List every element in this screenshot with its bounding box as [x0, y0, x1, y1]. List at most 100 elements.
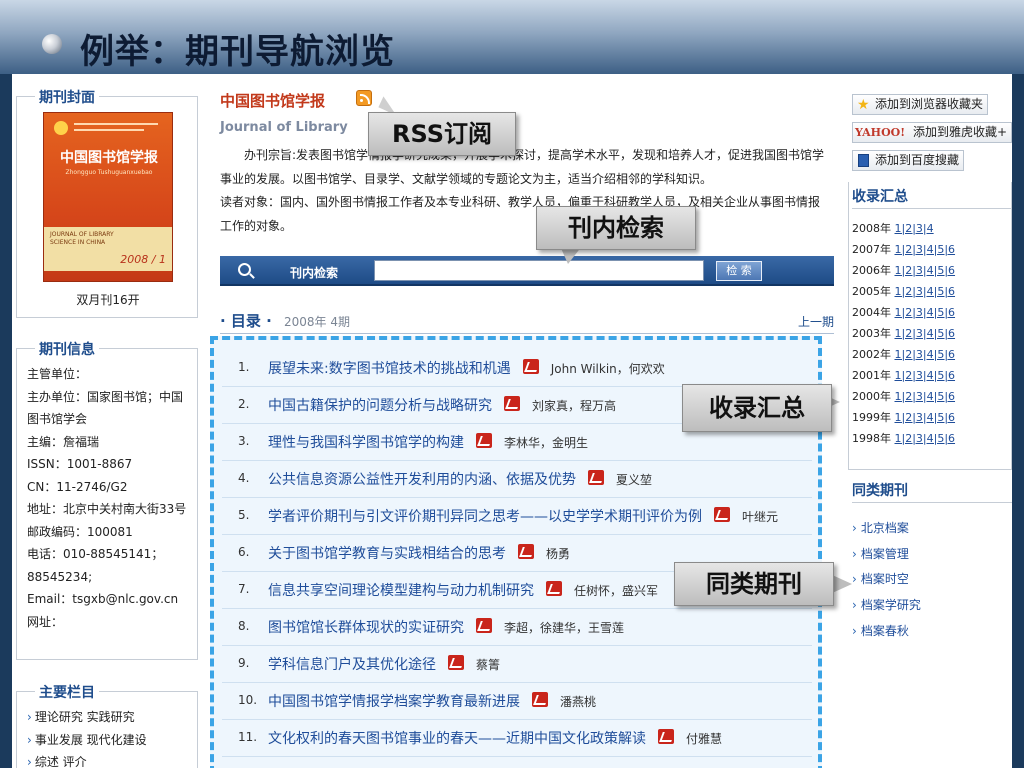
similar-journal-link[interactable]: › 档案学研究 — [852, 593, 921, 619]
article-link[interactable]: 展望未来:数字图书馆技术的挑战和机遇 — [268, 361, 511, 377]
similar-journal-link[interactable]: › 北京档案 — [852, 516, 921, 542]
pdf-icon[interactable] — [476, 433, 492, 448]
article-authors: 任树怀，盛兴军 — [574, 584, 659, 598]
pdf-icon[interactable] — [522, 359, 539, 374]
add-to-baidu-button[interactable]: 添加到百度搜藏 — [852, 150, 965, 171]
info-line: ISSN：1001-8867 — [27, 457, 133, 471]
similar-journals-title: 同类期刊 — [852, 483, 908, 499]
info-line: 邮政编码：100081 — [27, 524, 133, 539]
similar-journal-link[interactable]: › 档案春秋 — [852, 619, 921, 645]
pdf-icon[interactable] — [532, 692, 548, 707]
article-number: 8. — [238, 619, 250, 633]
pdf-icon[interactable] — [448, 655, 464, 670]
cover-section-title: 期刊封面 — [35, 87, 99, 107]
article-authors: 潘燕桃 — [560, 695, 597, 709]
article-number: 7. — [238, 582, 250, 596]
article-link[interactable]: 中国古籍保护的问题分析与战略研究 — [268, 398, 492, 414]
article-link[interactable]: 关于图书馆学教育与实践相结合的思考 — [268, 546, 506, 562]
article-number: 1. — [238, 360, 250, 374]
info-line: 主编：詹福瑞 — [27, 434, 100, 449]
previous-issue-link[interactable]: 上一期 — [798, 313, 834, 330]
arrow-icon: › — [27, 732, 32, 747]
table-row: 4. 公共信息资源公益性开发利用的内涵、依据及优势 夏义堃 — [222, 461, 812, 498]
article-link[interactable]: 文化权利的春天图书馆事业的春天——近期中国文化政策解读 — [268, 731, 646, 747]
journal-cover-image[interactable]: 中国图书馆学报 Zhongguo Tushuguanxuebao JOURNAL… — [43, 112, 173, 282]
article-link[interactable]: 信息共享空间理论模型建构与动力机制研究 — [268, 583, 534, 599]
arrow-icon: › — [852, 598, 857, 613]
article-number: 5. — [238, 508, 250, 522]
article-authors: John Wilkin，何欢欢 — [550, 362, 665, 376]
table-row: 9. 学科信息门户及其优化途径 蔡箐 — [222, 646, 812, 683]
article-authors: 李林华，金明生 — [504, 436, 589, 450]
similar-journals-list: › 北京档案 › 档案管理 › 档案时空 › 档案学研究 › 档案春秋 — [852, 516, 921, 645]
pdf-icon[interactable] — [588, 470, 604, 485]
article-link[interactable]: 理性与我国科学图书馆学的构建 — [268, 435, 464, 451]
toc-title: · 目录 · — [220, 312, 272, 330]
article-link[interactable]: 公共信息资源公益性开发利用的内涵、依据及优势 — [268, 472, 576, 488]
article-authors: 刘家真，程万高 — [532, 399, 617, 413]
pdf-icon[interactable] — [658, 729, 674, 744]
arrow-icon: › — [852, 546, 857, 561]
article-authors: 杨勇 — [546, 547, 571, 561]
info-line: CN：11-2746/G2 — [27, 479, 128, 494]
rss-icon[interactable] — [356, 90, 372, 106]
journal-en-name: Journal of Library — [220, 120, 348, 135]
article-number: 2. — [238, 397, 250, 411]
article-number: 9. — [238, 656, 250, 670]
arrow-icon: › — [27, 710, 32, 724]
article-authors: 蔡箐 — [476, 658, 501, 672]
star-icon: ★ — [857, 97, 870, 113]
column-link[interactable]: › 综述 评介 — [27, 751, 147, 768]
yahoo-logo-icon: YAHOO! — [855, 126, 906, 139]
article-link[interactable]: 学科信息门户及其优化途径 — [268, 657, 436, 673]
column-link[interactable]: › 理论研究 实践研究 — [27, 706, 147, 729]
pdf-icon[interactable] — [518, 544, 534, 559]
similar-callout: 同类期刊 — [674, 562, 834, 606]
info-line: 网址： — [27, 614, 64, 629]
cover-en-title: JOURNAL OF LIBRARY SCIENCE IN CHINA — [50, 231, 114, 246]
pdf-icon[interactable] — [714, 507, 730, 522]
article-number: 10. — [238, 693, 258, 707]
article-link[interactable]: 中国图书馆学情报学档案学教育最新进展 — [268, 694, 520, 710]
search-button[interactable]: 检 索 — [716, 261, 762, 281]
arrow-icon: › — [27, 755, 32, 768]
main-columns-title: 主要栏目 — [35, 682, 99, 702]
arrow-icon: › — [852, 572, 857, 587]
article-number: 3. — [238, 434, 250, 448]
similar-journal-link[interactable]: › 档案管理 — [852, 542, 921, 568]
article-link[interactable]: 图书馆馆长群体现状的实证研究 — [268, 620, 464, 636]
article-number: 4. — [238, 471, 250, 485]
search-label: 刊内检索 — [290, 266, 339, 280]
intro-readers: 读者对象：国内、国外图书情报工作者及本专业科研、教学人员，偏重于科研教学人员，及… — [220, 195, 821, 233]
frequency-label: 双月刊16开 — [76, 293, 140, 307]
table-row: 5. 学者评价期刊与引文评价期刊异同之思考——以史学学术期刊评价为例 叶继元 — [222, 498, 812, 535]
article-authors: 李超，徐建华，王雪莲 — [504, 621, 625, 635]
article-authors: 夏义堃 — [616, 473, 653, 487]
table-row: 1. 展望未来:数字图书馆技术的挑战和机遇 John Wilkin，何欢欢 — [222, 350, 812, 387]
journal-info-list: 主管单位： 主办单位：国家图书馆；中国图书馆学会 主编：詹福瑞 ISSN：100… — [27, 363, 193, 633]
article-number: 6. — [238, 545, 250, 559]
column-link[interactable]: › 事业发展 现代化建设 — [27, 729, 147, 752]
article-link[interactable]: 学者评价期刊与引文评价期刊异同之思考——以史学学术期刊评价为例 — [268, 509, 702, 525]
add-to-yahoo-button[interactable]: YAHOO! 添加到雅虎收藏+ — [852, 122, 1012, 143]
pdf-icon[interactable] — [476, 618, 492, 633]
journal-logo-icon — [54, 121, 68, 135]
similar-journal-link[interactable]: › 档案时空 — [852, 567, 921, 593]
bullet-icon — [42, 34, 62, 54]
bookmark-icon — [858, 154, 869, 167]
search-icon — [238, 263, 251, 276]
search-input[interactable] — [374, 260, 704, 281]
slide-header: 例举：期刊导航浏览 — [0, 0, 1024, 74]
in-journal-search-bar: 刊内检索 检 索 — [220, 256, 834, 286]
info-line: 电话：010-88545141；88545234; — [27, 547, 164, 584]
info-line: 地址：北京中关村南大街33号 — [27, 502, 187, 516]
intro-purpose: 办刊宗旨:发表图书馆学情报学研究成果，开展学术探讨，提高学术水平，发现和培养人才… — [220, 148, 825, 186]
pdf-icon[interactable] — [504, 396, 520, 411]
add-to-browser-favorites-button[interactable]: ★ 添加到浏览器收藏夹 — [852, 94, 989, 115]
article-authors: 叶继元 — [742, 510, 779, 524]
pdf-icon[interactable] — [546, 581, 562, 596]
cover-section: 期刊封面 中国图书馆学报 Zhongguo Tushuguanxuebao JO… — [16, 87, 198, 318]
slide-title: 例举：期刊导航浏览 — [80, 32, 395, 72]
rss-callout: RSS订阅 — [368, 112, 516, 156]
arrow-icon: › — [852, 623, 857, 638]
